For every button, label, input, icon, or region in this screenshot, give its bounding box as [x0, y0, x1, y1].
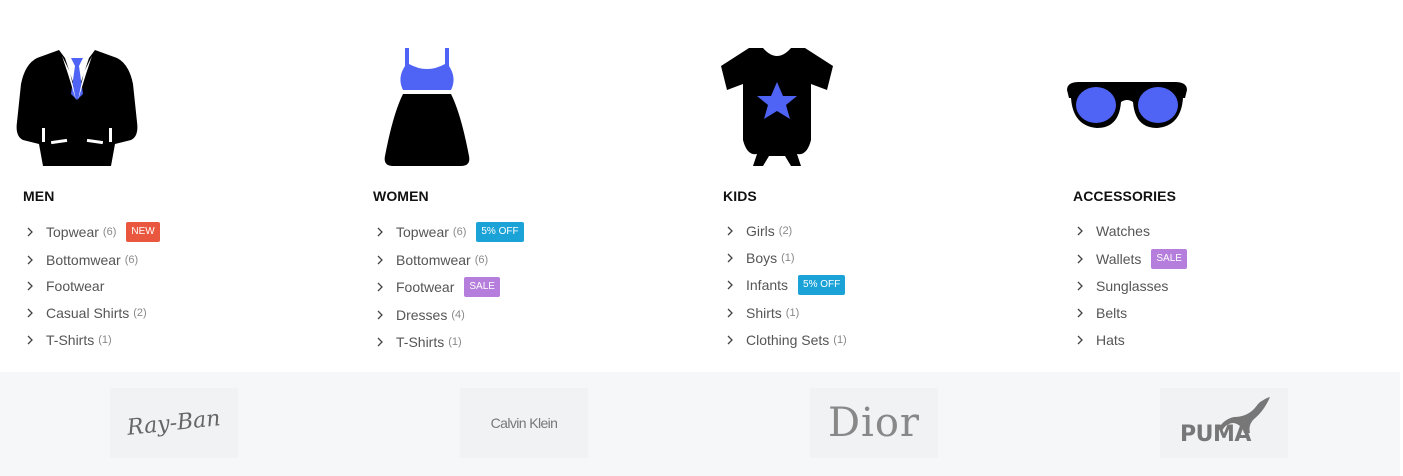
suit-jacket-icon[interactable] [15, 44, 139, 168]
menu-item-men-footwear[interactable]: Footwear [23, 274, 104, 298]
menu-item-acc-wallets[interactable]: Wallets SALE [1073, 247, 1187, 271]
dior-logo-text: Dior [827, 400, 921, 446]
item-count: (6) [102, 226, 117, 238]
menu-item-men-topwear[interactable]: Topwear (6) NEW [23, 220, 160, 244]
item-count: (6) [124, 254, 139, 266]
item-count: (1) [98, 334, 112, 346]
brand-logo-rayban[interactable]: Ray-Ban [110, 388, 238, 458]
menu-item-label: Bottomwear [46, 252, 121, 268]
rayban-logo-text: Ray-Ban [126, 405, 222, 441]
menu-item-label: Dresses [396, 307, 448, 323]
discount-badge: 5% OFF [476, 222, 524, 242]
dress-icon[interactable] [365, 44, 489, 168]
menu-item-label: Wallets [1096, 251, 1142, 267]
sunglasses-icon[interactable] [1065, 44, 1189, 168]
menu-item-label: Shirts [746, 305, 782, 321]
item-count: (4) [451, 309, 465, 321]
menu-item-label: Casual Shirts [46, 305, 130, 321]
chevron-right-icon [723, 251, 737, 265]
menu-item-label: Boys [746, 250, 778, 266]
chevron-right-icon [1073, 224, 1087, 238]
chevron-right-icon [23, 279, 37, 293]
category-title-men[interactable]: MEN [23, 188, 54, 204]
brand-logo-dior[interactable]: Dior [810, 388, 938, 458]
discount-badge: 5% OFF [798, 275, 846, 295]
brand-logo-puma[interactable]: PUMA [1160, 388, 1288, 458]
menu-item-label: Topwear [46, 224, 99, 240]
puma-logo: PUMA [1176, 395, 1272, 451]
chevron-right-icon [1073, 279, 1087, 293]
menu-item-label: Belts [1096, 305, 1128, 321]
chevron-right-icon [23, 253, 37, 267]
menu-item-label: Topwear [396, 224, 449, 240]
menu-item-men-casual-shirts[interactable]: Casual Shirts (2) [23, 301, 147, 325]
menu-item-label: Clothing Sets [746, 332, 830, 348]
menu-item-label: T-Shirts [396, 334, 445, 350]
calvin-klein-logo-text: Calvin Klein [490, 415, 558, 431]
chevron-right-icon [373, 225, 387, 239]
brand-logo-calvin-klein[interactable]: Calvin Klein [460, 388, 588, 458]
sale-badge: SALE [1151, 249, 1187, 269]
item-count: (2) [778, 225, 793, 237]
item-count: (2) [133, 307, 147, 319]
menu-item-women-bottomwear[interactable]: Bottomwear (6) [373, 248, 488, 272]
category-title-kids[interactable]: KIDS [723, 188, 757, 204]
menu-item-kids-boys[interactable]: Boys (1) [723, 246, 795, 270]
menu-item-label: Footwear [396, 279, 455, 295]
sale-badge: SALE [464, 277, 500, 297]
chevron-right-icon [723, 306, 737, 320]
chevron-right-icon [1073, 252, 1087, 266]
menu-item-women-topwear[interactable]: Topwear (6) 5% OFF [373, 220, 524, 244]
menu-item-label: Infants [746, 277, 789, 293]
chevron-right-icon [723, 278, 737, 292]
item-count: (1) [785, 307, 800, 319]
baby-onesie-icon[interactable] [715, 44, 839, 168]
menu-item-acc-watches[interactable]: Watches [1073, 219, 1150, 243]
menu-item-label: T-Shirts [46, 332, 95, 348]
item-count: (6) [474, 254, 489, 266]
new-badge: NEW [126, 222, 160, 242]
mega-menu: MEN Topwear (6) NEW Bottomwear (6) Footw… [0, 0, 1403, 372]
menu-item-kids-clothing-sets[interactable]: Clothing Sets (1) [723, 328, 847, 352]
menu-item-women-dresses[interactable]: Dresses (4) [373, 303, 465, 327]
menu-item-kids-shirts[interactable]: Shirts (1) [723, 301, 799, 325]
chevron-right-icon [723, 224, 737, 238]
item-count: (6) [452, 226, 467, 238]
menu-item-label: Watches [1096, 223, 1150, 239]
puma-cat-icon [1218, 397, 1270, 433]
item-count: (1) [833, 334, 847, 346]
chevron-right-icon [23, 225, 37, 239]
menu-item-kids-infants[interactable]: Infants 5% OFF [723, 273, 846, 297]
menu-item-label: Bottomwear [396, 252, 471, 268]
menu-item-acc-sunglasses[interactable]: Sunglasses [1073, 274, 1168, 298]
item-count: (1) [448, 336, 462, 348]
chevron-right-icon [23, 333, 37, 347]
menu-item-label: Hats [1096, 332, 1125, 348]
menu-item-label: Footwear [46, 278, 105, 294]
chevron-right-icon [373, 280, 387, 294]
menu-item-kids-girls[interactable]: Girls (2) [723, 219, 792, 243]
category-title-women[interactable]: WOMEN [373, 188, 429, 204]
menu-item-label: Girls [746, 223, 775, 239]
menu-item-women-footwear[interactable]: Footwear SALE [373, 275, 500, 299]
chevron-right-icon [723, 333, 737, 347]
menu-item-acc-belts[interactable]: Belts [1073, 301, 1127, 325]
item-count: (1) [781, 252, 795, 264]
brand-logo-strip: Ray-Ban Calvin Klein Dior PUMA [0, 372, 1400, 476]
menu-item-women-tshirts[interactable]: T-Shirts (1) [373, 330, 462, 354]
menu-item-men-tshirts[interactable]: T-Shirts (1) [23, 328, 112, 352]
chevron-right-icon [23, 306, 37, 320]
chevron-right-icon [1073, 306, 1087, 320]
menu-item-acc-hats[interactable]: Hats [1073, 328, 1125, 352]
chevron-right-icon [373, 335, 387, 349]
chevron-right-icon [1073, 333, 1087, 347]
chevron-right-icon [373, 253, 387, 267]
menu-item-men-bottomwear[interactable]: Bottomwear (6) [23, 248, 138, 272]
chevron-right-icon [373, 308, 387, 322]
category-title-accessories[interactable]: ACCESSORIES [1073, 188, 1176, 204]
menu-item-label: Sunglasses [1096, 278, 1169, 294]
